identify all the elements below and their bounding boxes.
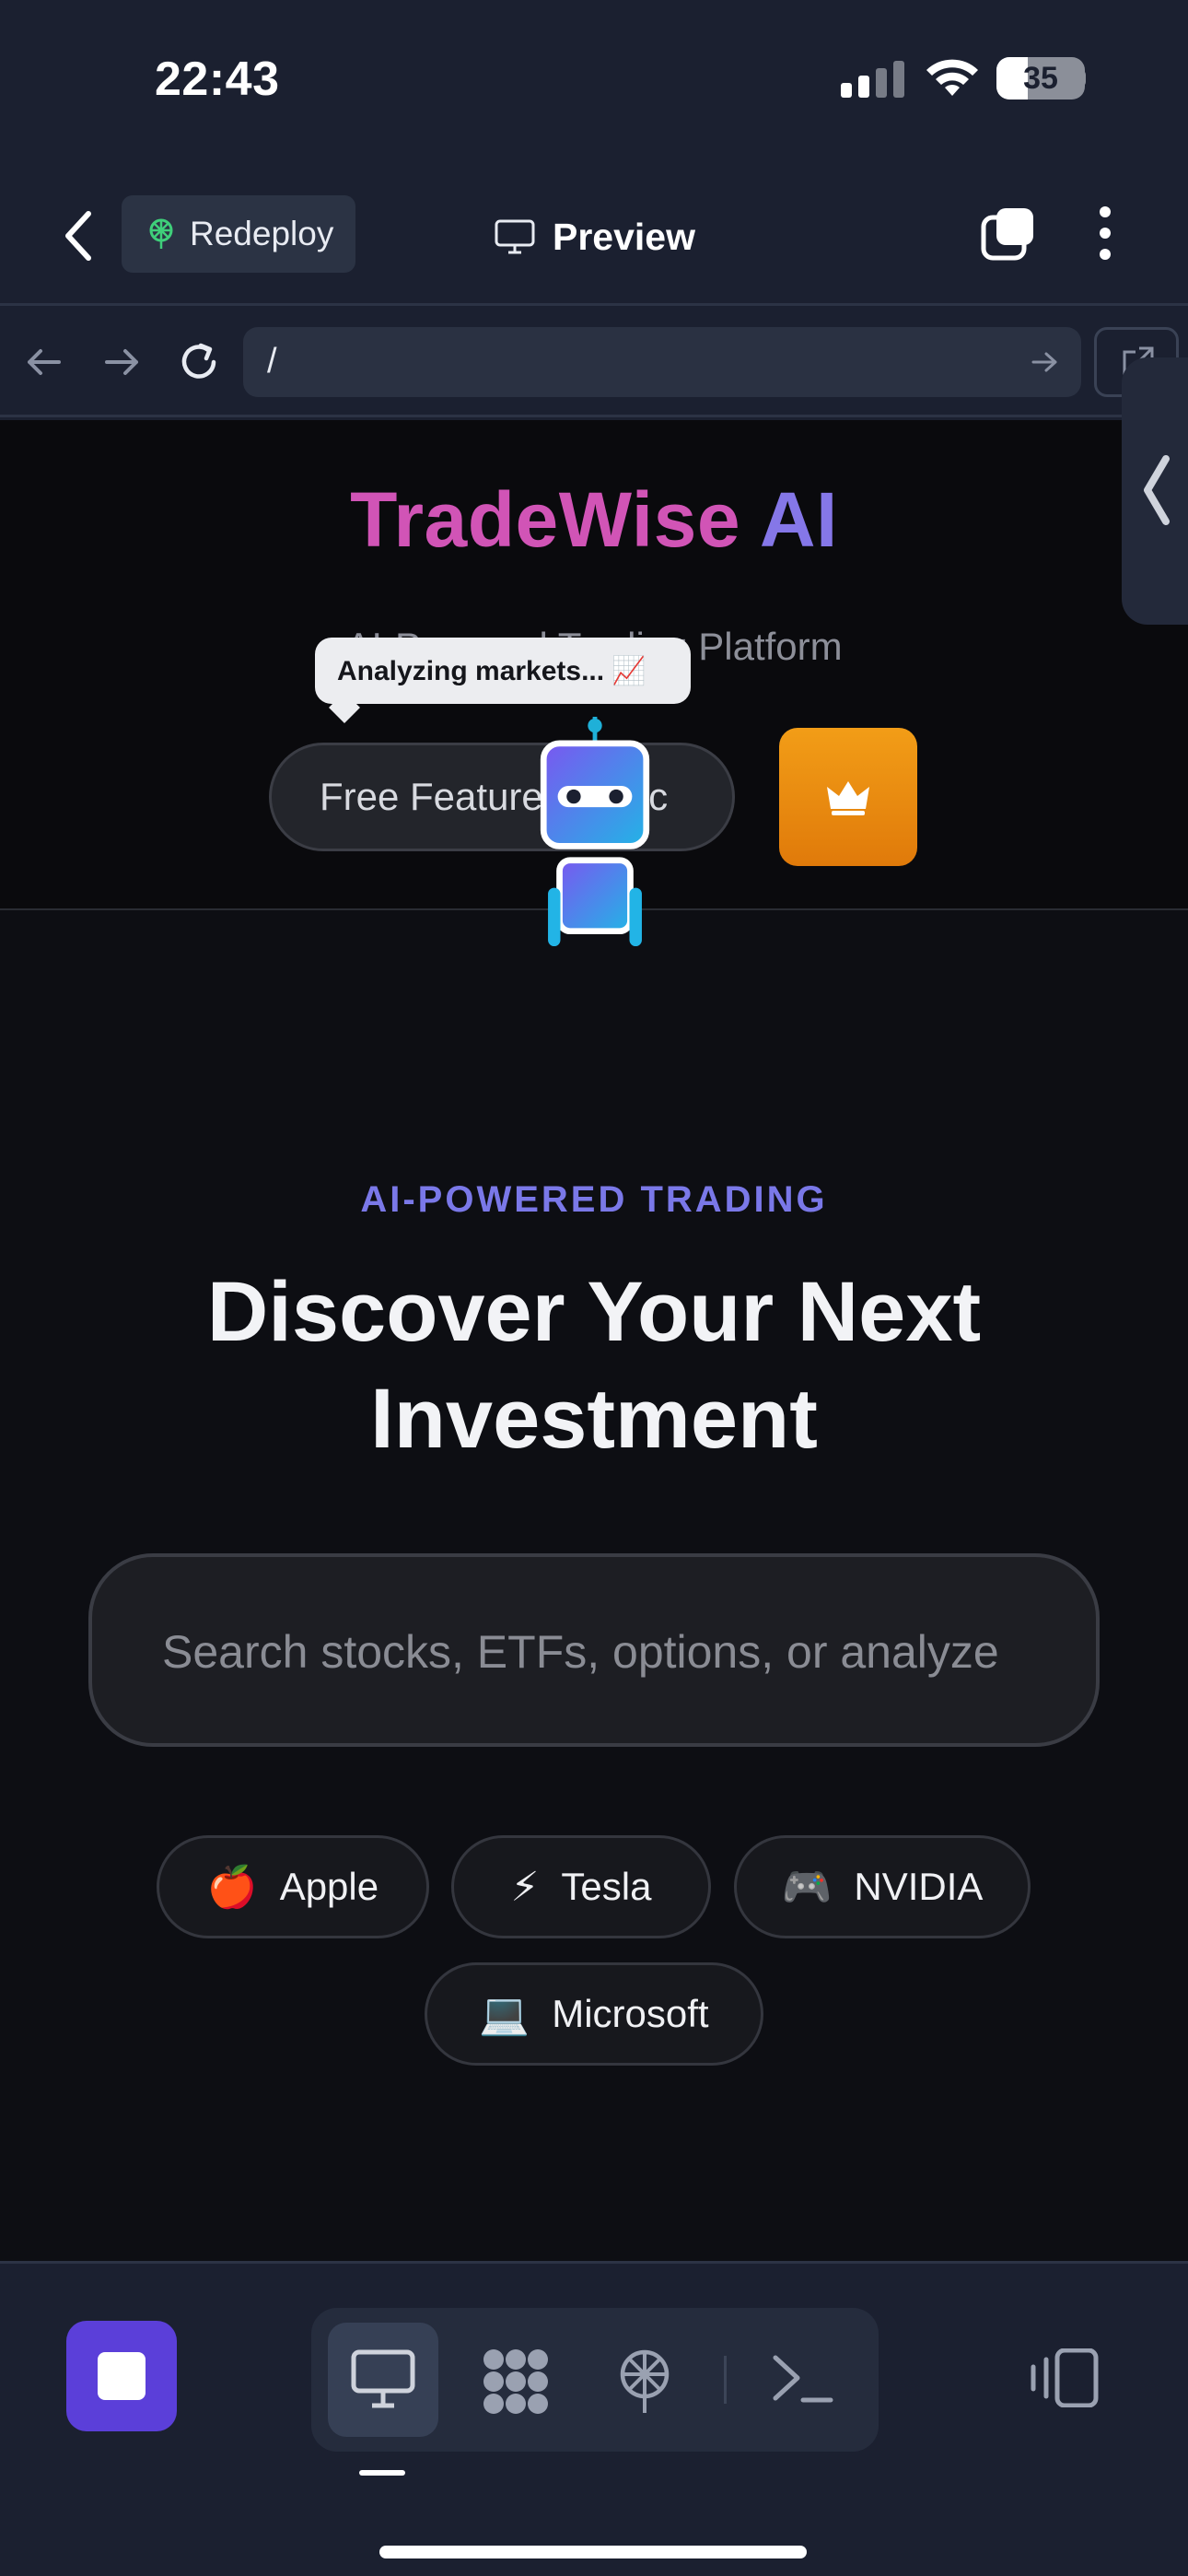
brand-suffix: AI [759, 476, 838, 563]
site-header: TradeWise AI AI-Powered Trading Platform… [0, 420, 1188, 947]
headline-line-2: Investment [370, 1372, 818, 1466]
side-panel-handle[interactable] [1122, 357, 1188, 625]
hero-headline: Discover Your Next Investment [0, 1259, 1188, 1472]
browser-back-icon[interactable] [18, 336, 70, 388]
status-bar: 22:43 35 [0, 0, 1188, 166]
laptop-icon: 💻 [479, 1992, 530, 2037]
wifi-icon [926, 59, 978, 96]
preview-label: Preview [553, 215, 695, 258]
monitor-icon [351, 2349, 415, 2408]
view-switcher [311, 2308, 879, 2452]
search-input[interactable]: Search stocks, ETFs, options, or analyze [88, 1553, 1100, 1747]
go-arrow-icon[interactable] [1030, 347, 1059, 377]
back-chevron-icon[interactable] [59, 208, 99, 263]
lightning-icon: ⚡ [510, 1864, 540, 1910]
app-header: Redeploy Preview [0, 166, 1188, 306]
more-options-icon[interactable] [1094, 205, 1116, 262]
redeploy-button[interactable]: Redeploy [122, 195, 355, 273]
stop-button[interactable] [66, 2321, 177, 2431]
tab-deploy[interactable] [589, 2323, 700, 2437]
bubble-text: Analyzing markets... 📈 [337, 655, 646, 686]
toolbar-divider [724, 2356, 727, 2404]
reload-icon[interactable] [173, 336, 225, 388]
redeploy-label: Redeploy [190, 215, 334, 252]
robot-speech-bubble: Analyzing markets... 📈 [315, 638, 691, 704]
status-time: 22:43 [155, 53, 280, 106]
apps-grid-icon [483, 2349, 548, 2414]
browser-toolbar: / [0, 309, 1188, 417]
chip-apple[interactable]: 🍎 Apple [157, 1835, 429, 1938]
tab-preview[interactable] [328, 2323, 438, 2437]
brand-logo-text[interactable]: TradeWise AI [0, 475, 1188, 565]
tab-terminal[interactable] [748, 2323, 858, 2437]
device-toggle-icon[interactable] [1030, 2348, 1100, 2407]
bottom-toolbar [0, 2261, 1188, 2576]
home-indicator [379, 2546, 807, 2558]
premium-button[interactable] [779, 728, 917, 866]
deploy-icon [149, 218, 173, 249]
tier-toggle[interactable]: Free Features Basic [269, 743, 735, 851]
battery-indicator: 35 [996, 57, 1085, 100]
chip-label: Apple [279, 1865, 379, 1908]
chip-nvidia[interactable]: 🎮 NVIDIA [734, 1835, 1031, 1938]
deploy-icon [620, 2349, 670, 2413]
crown-icon [827, 781, 869, 815]
brand-name: TradeWise [350, 476, 741, 563]
browser-forward-icon[interactable] [96, 336, 147, 388]
chevron-left-icon [1144, 455, 1170, 525]
web-preview: TradeWise AI AI-Powered Trading Platform… [0, 420, 1188, 2261]
terminal-icon [773, 2355, 833, 2403]
search-placeholder: Search stocks, ETFs, options, or analyze [162, 1626, 999, 1678]
url-text: / [267, 342, 277, 381]
chip-microsoft[interactable]: 💻 Microsoft [425, 1962, 763, 2066]
chip-tesla[interactable]: ⚡ Tesla [451, 1835, 711, 1938]
battery-level: 35 [1023, 61, 1058, 96]
robot-mascot-icon[interactable] [530, 717, 659, 947]
chip-label: Tesla [561, 1865, 652, 1908]
cellular-signal-icon [841, 61, 905, 98]
chip-label: Microsoft [552, 1992, 709, 2035]
preview-title[interactable]: Preview [494, 205, 695, 269]
headline-line-1: Discover Your Next [206, 1265, 982, 1359]
gamepad-icon: 🎮 [781, 1865, 833, 1910]
url-field[interactable]: / [243, 327, 1081, 397]
monitor-icon [495, 219, 535, 254]
apple-icon: 🍎 [206, 1865, 258, 1910]
active-tab-indicator [359, 2470, 405, 2476]
tabs-switcher-icon[interactable] [980, 205, 1037, 262]
tab-apps[interactable] [459, 2323, 569, 2437]
stop-icon [98, 2352, 146, 2400]
section-kicker: AI-POWERED TRADING [360, 1179, 828, 1220]
battery-tip [1078, 70, 1086, 87]
chip-label: NVIDIA [854, 1865, 984, 1908]
